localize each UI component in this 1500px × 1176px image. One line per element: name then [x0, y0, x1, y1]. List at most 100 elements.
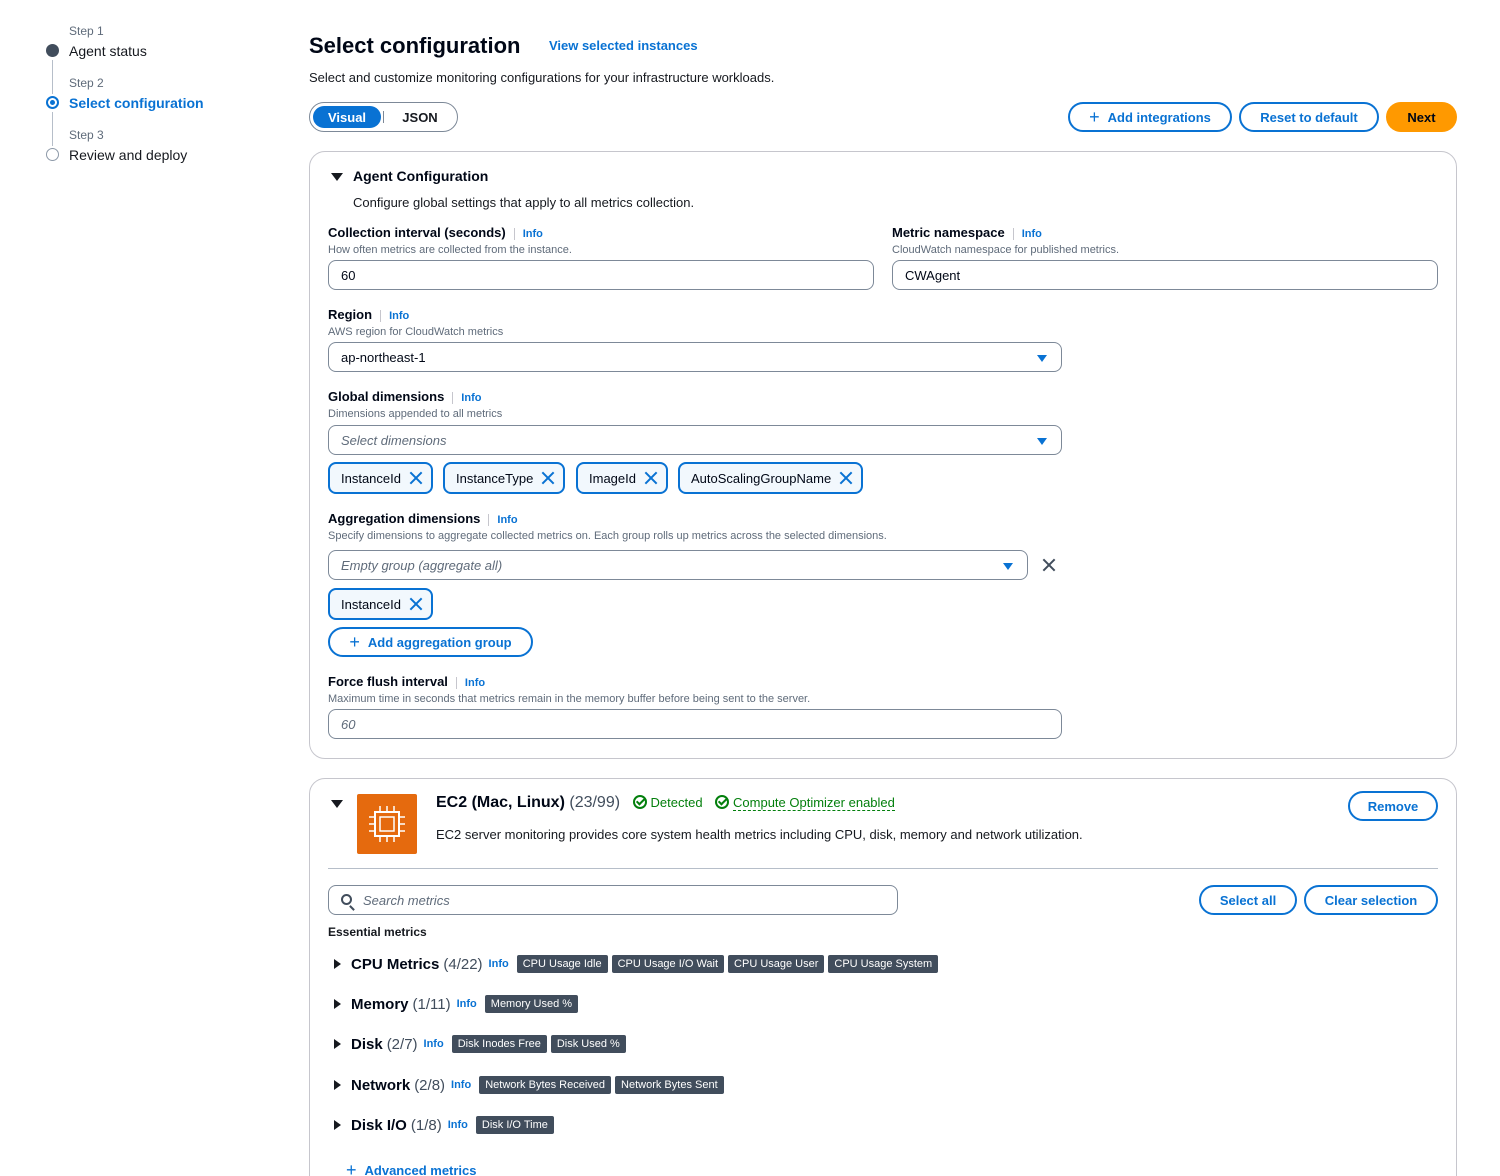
- expand-caret-icon[interactable]: [334, 1080, 341, 1090]
- metric-badge: Network Bytes Sent: [615, 1076, 724, 1094]
- collection-interval-input[interactable]: 60: [328, 260, 874, 290]
- region-info-link[interactable]: Info: [380, 310, 410, 322]
- add-aggregation-group-button[interactable]: + Add aggregation group: [328, 627, 533, 657]
- agent-configuration-panel: Agent Configuration Configure global set…: [309, 151, 1457, 759]
- force-flush-info-link[interactable]: Info: [455, 677, 486, 689]
- force-flush-input[interactable]: 60: [328, 709, 1062, 739]
- placeholder-text: Select dimensions: [341, 432, 447, 448]
- metric-badge: Disk Inodes Free: [451, 1035, 547, 1053]
- aggregation-dimensions-info-link[interactable]: Info: [488, 514, 518, 526]
- step-select-configuration[interactable]: Step 2 Select configuration: [40, 76, 280, 146]
- next-button[interactable]: Next: [1386, 102, 1457, 132]
- agent-configuration-title[interactable]: Agent Configuration: [353, 168, 488, 184]
- metric-group-cpu[interactable]: CPU Metrics (4/22) Info CPU Usage Idle C…: [334, 953, 939, 975]
- metric-group-disk[interactable]: Disk (2/7) Info Disk Inodes Free Disk Us…: [334, 1033, 626, 1055]
- step-review-and-deploy: Step 3 Review and deploy: [40, 128, 280, 180]
- metric-badge: CPU Usage System: [828, 955, 939, 973]
- metric-badge: Memory Used %: [484, 995, 579, 1013]
- aggregation-dimensions-label: Aggregation dimensions Info: [328, 511, 518, 526]
- collapse-caret-icon[interactable]: [331, 173, 343, 181]
- token-label: ImageId: [589, 470, 636, 486]
- metric-badge: Network Bytes Received: [479, 1076, 612, 1094]
- global-dimensions-select[interactable]: Select dimensions: [328, 425, 1062, 455]
- check-circle-icon: [632, 795, 647, 809]
- label-text: Aggregation dimensions: [328, 511, 481, 526]
- remove-token-icon[interactable]: [409, 471, 423, 485]
- button-label: Add integrations: [1107, 109, 1211, 125]
- metric-group-memory[interactable]: Memory (1/11) Info Memory Used %: [334, 993, 579, 1015]
- ec2-description: EC2 server monitoring provides core syst…: [436, 827, 1083, 842]
- select-all-button[interactable]: Select all: [1199, 885, 1297, 915]
- button-label: Add aggregation group: [367, 634, 512, 650]
- label-text: Force flush interval: [328, 674, 448, 689]
- aggregation-group-select[interactable]: Empty group (aggregate all): [328, 550, 1028, 580]
- step-title[interactable]: Select configuration: [69, 93, 280, 113]
- info-link[interactable]: Info: [424, 1038, 444, 1050]
- page-header: Select configuration View selected insta…: [309, 33, 698, 59]
- advanced-metrics-link[interactable]: + Advanced metrics: [346, 1161, 477, 1176]
- token-label: AutoScalingGroupName: [691, 470, 832, 486]
- expand-caret-icon[interactable]: [334, 959, 341, 969]
- json-mode-button[interactable]: JSON: [386, 106, 454, 128]
- force-flush-description: Maximum time in seconds that metrics rem…: [328, 693, 811, 705]
- metric-namespace-description: CloudWatch namespace for published metri…: [892, 244, 1120, 256]
- view-selected-instances-link[interactable]: View selected instances: [549, 38, 698, 53]
- collapse-caret-icon[interactable]: [331, 800, 343, 808]
- global-dimensions-info-link[interactable]: Info: [452, 392, 482, 404]
- step-agent-status[interactable]: Step 1 Agent status: [40, 24, 280, 94]
- reset-to-default-button[interactable]: Reset to default: [1239, 102, 1379, 132]
- aggregation-dimensions-description: Specify dimensions to aggregate collecte…: [328, 530, 887, 542]
- info-link[interactable]: Info: [489, 958, 509, 970]
- label-text: Metric namespace: [892, 225, 1005, 240]
- remove-token-icon[interactable]: [839, 471, 853, 485]
- region-select[interactable]: ap-northeast-1: [328, 342, 1062, 372]
- metric-group-name: CPU Metrics: [351, 955, 440, 973]
- visual-mode-button[interactable]: Visual: [313, 106, 381, 128]
- label-text: Collection interval (seconds): [328, 225, 506, 240]
- detected-status: Detected: [632, 795, 703, 810]
- essential-metrics-label: Essential metrics: [328, 925, 427, 939]
- compute-optimizer-status[interactable]: Compute Optimizer enabled: [715, 795, 895, 811]
- aggregation-token: InstanceId: [328, 588, 433, 620]
- token-label: InstanceId: [341, 470, 401, 486]
- expand-caret-icon[interactable]: [334, 999, 341, 1009]
- collection-interval-label: Collection interval (seconds) Info: [328, 225, 543, 240]
- metric-group-disk-io[interactable]: Disk I/O (1/8) Info Disk I/O Time: [334, 1114, 554, 1136]
- info-link[interactable]: Info: [457, 998, 477, 1010]
- collection-interval-description: How often metrics are collected from the…: [328, 244, 572, 256]
- region-description: AWS region for CloudWatch metrics: [328, 326, 504, 338]
- search-metrics-input[interactable]: Search metrics: [328, 885, 898, 915]
- clear-selection-button[interactable]: Clear selection: [1304, 885, 1438, 915]
- ec2-header: EC2 (Mac, Linux) (23/99) Detected Comput…: [436, 794, 895, 812]
- page-title: Select configuration: [309, 33, 521, 58]
- remove-token-icon[interactable]: [644, 471, 658, 485]
- status-text: Compute Optimizer enabled: [733, 795, 895, 811]
- toggle-separator: [383, 111, 384, 123]
- metric-namespace-input[interactable]: CWAgent: [892, 260, 1438, 290]
- token-label: InstanceId: [341, 596, 401, 612]
- metric-badge: CPU Usage I/O Wait: [611, 955, 725, 973]
- metric-group-count: (4/22): [443, 955, 483, 973]
- metric-namespace-label: Metric namespace Info: [892, 225, 1042, 240]
- metric-group-network[interactable]: Network (2/8) Info Network Bytes Receive…: [334, 1074, 724, 1096]
- remove-token-icon[interactable]: [409, 597, 423, 611]
- agent-configuration-description: Configure global settings that apply to …: [353, 195, 695, 210]
- step-title[interactable]: Agent status: [69, 41, 280, 61]
- step-title: Review and deploy: [69, 147, 188, 163]
- expand-caret-icon[interactable]: [334, 1120, 341, 1130]
- metric-badge: Disk I/O Time: [475, 1116, 554, 1134]
- add-integrations-button[interactable]: + Add integrations: [1068, 102, 1232, 132]
- info-link[interactable]: Info: [448, 1119, 468, 1131]
- remove-group-icon[interactable]: [1042, 558, 1056, 572]
- metric-namespace-info-link[interactable]: Info: [1012, 228, 1042, 240]
- remove-token-icon[interactable]: [541, 471, 555, 485]
- expand-caret-icon[interactable]: [334, 1039, 341, 1049]
- placeholder-text: Empty group (aggregate all): [341, 557, 503, 573]
- remove-button[interactable]: Remove: [1348, 791, 1438, 821]
- force-flush-label: Force flush interval Info: [328, 674, 486, 689]
- info-link[interactable]: Info: [451, 1079, 471, 1091]
- step-complete-icon: [46, 44, 59, 57]
- metric-group-count: (2/7): [386, 1035, 418, 1053]
- metric-group-count: (1/8): [410, 1116, 442, 1134]
- collection-interval-info-link[interactable]: Info: [513, 228, 543, 240]
